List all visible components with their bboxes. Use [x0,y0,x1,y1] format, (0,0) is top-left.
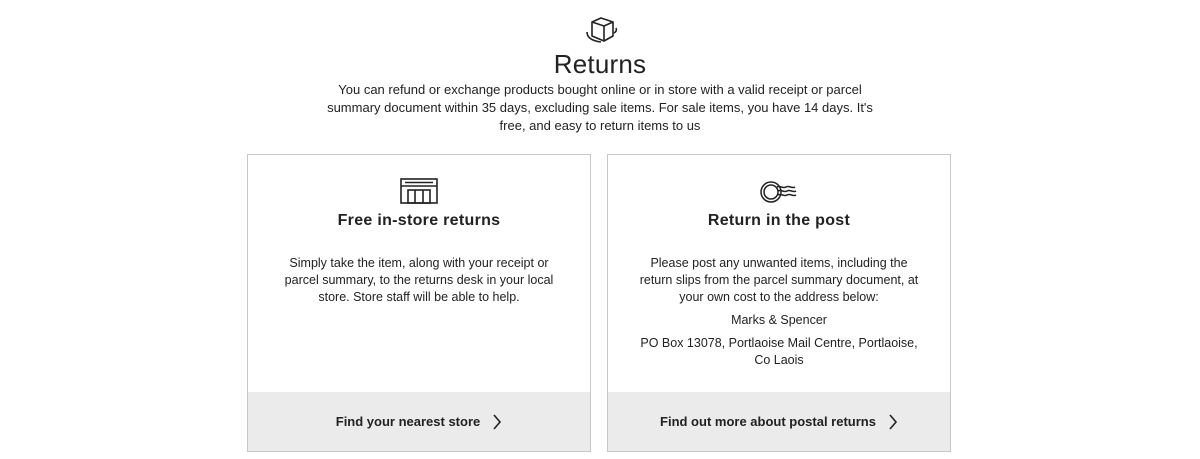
postal-returns-text: Please post any unwanted items, includin… [639,256,919,304]
postal-returns-link-label: Find out more about postal returns [660,414,876,429]
find-nearest-store-label: Find your nearest store [335,414,481,429]
address-name: Marks & Spencer [731,313,827,327]
postal-returns-body: Please post any unwanted items, includin… [634,255,924,375]
store-icon-wrap [248,177,590,205]
postmark-icon-wrap [608,179,950,205]
chevron-right-icon [889,413,898,430]
in-store-returns-title: Free in-store returns [337,212,501,229]
address-line: PO Box 13078, Portlaoise Mail Centre, Po… [640,336,918,367]
in-store-returns-body: Simply take the item, along with your re… [274,255,564,312]
find-nearest-store-link[interactable]: Find your nearest store [248,392,590,451]
store-icon [400,178,438,204]
postmark-icon [760,181,797,203]
box-icon [586,17,618,43]
page-title: Returns [553,49,647,79]
in-store-returns-card: Free in-store returns Simply take the it… [247,154,591,452]
in-store-returns-text: Simply take the item, along with your re… [284,256,554,304]
chevron-right-icon [493,413,502,430]
postal-returns-title: Return in the post [707,212,851,229]
postal-returns-card: Return in the post Please post any unwan… [607,154,951,452]
returns-intro: You can refund or exchange products boug… [327,82,873,133]
postal-returns-link[interactable]: Find out more about postal returns [608,392,950,451]
